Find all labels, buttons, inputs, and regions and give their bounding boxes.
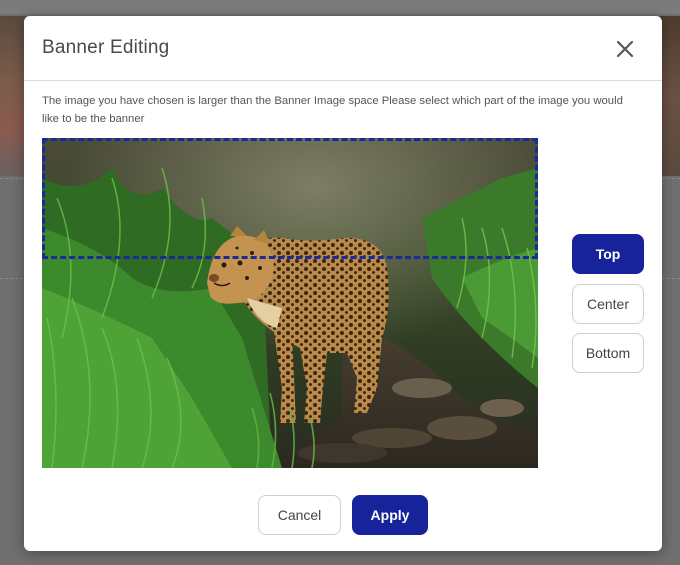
dialog-header: Banner Editing: [24, 16, 662, 81]
close-icon: [616, 40, 634, 58]
banner-crop-selection[interactable]: [42, 138, 538, 259]
position-top-button[interactable]: Top: [572, 234, 644, 274]
cancel-button[interactable]: Cancel: [258, 495, 341, 535]
dialog-title: Banner Editing: [42, 37, 170, 58]
background-header: [0, 0, 680, 14]
position-bottom-button[interactable]: Bottom: [572, 333, 644, 373]
apply-button[interactable]: Apply: [352, 495, 428, 535]
close-button[interactable]: [614, 38, 636, 60]
background-photo-right: [660, 16, 680, 176]
background-photo-left: [0, 16, 26, 176]
instructions-text: The image you have chosen is larger than…: [42, 95, 623, 125]
position-center-button[interactable]: Center: [572, 284, 644, 324]
banner-editing-dialog: Banner Editing The image you have chosen…: [24, 16, 662, 551]
